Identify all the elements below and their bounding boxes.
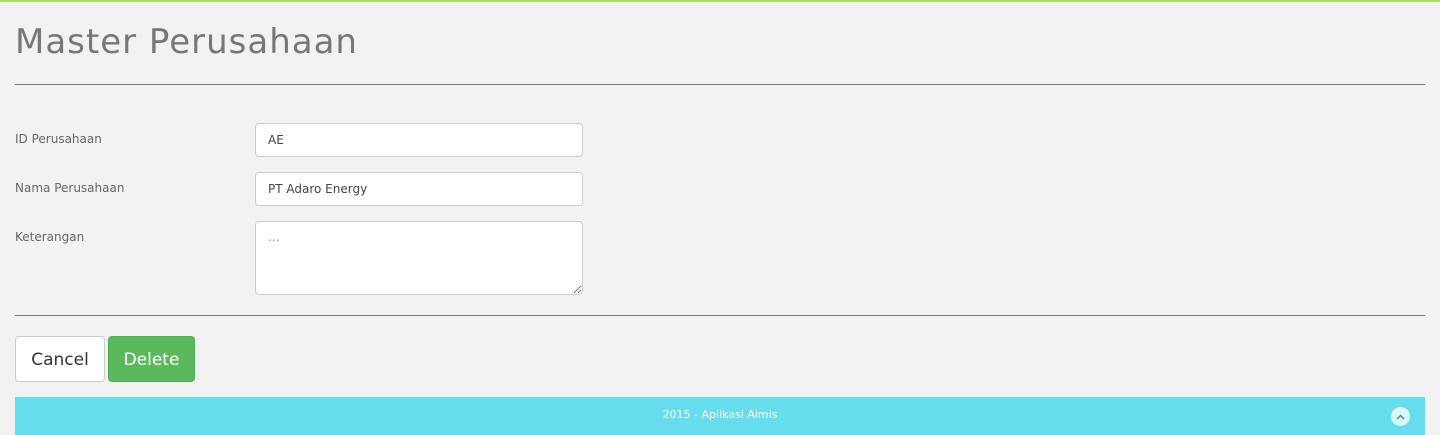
footer-copyright: 2015 - Aplikasi Almis — [662, 408, 778, 421]
footer: 2015 - Aplikasi Almis — [15, 397, 1425, 435]
form-divider — [15, 315, 1425, 316]
page-title: Master Perusahaan — [15, 22, 358, 62]
chevron-up-icon — [1396, 413, 1405, 420]
top-accent-line — [0, 0, 1440, 2]
nama-perusahaan-label: Nama Perusahaan — [15, 181, 125, 195]
header-divider — [15, 84, 1425, 85]
keterangan-textarea[interactable] — [255, 221, 583, 295]
keterangan-label: Keterangan — [15, 230, 85, 244]
id-perusahaan-input[interactable] — [255, 123, 583, 157]
id-perusahaan-label: ID Perusahaan — [15, 132, 102, 146]
nama-perusahaan-input[interactable] — [255, 172, 583, 206]
scroll-top-button[interactable] — [1391, 407, 1410, 426]
delete-button[interactable]: Delete — [108, 336, 195, 382]
cancel-button[interactable]: Cancel — [15, 336, 105, 382]
